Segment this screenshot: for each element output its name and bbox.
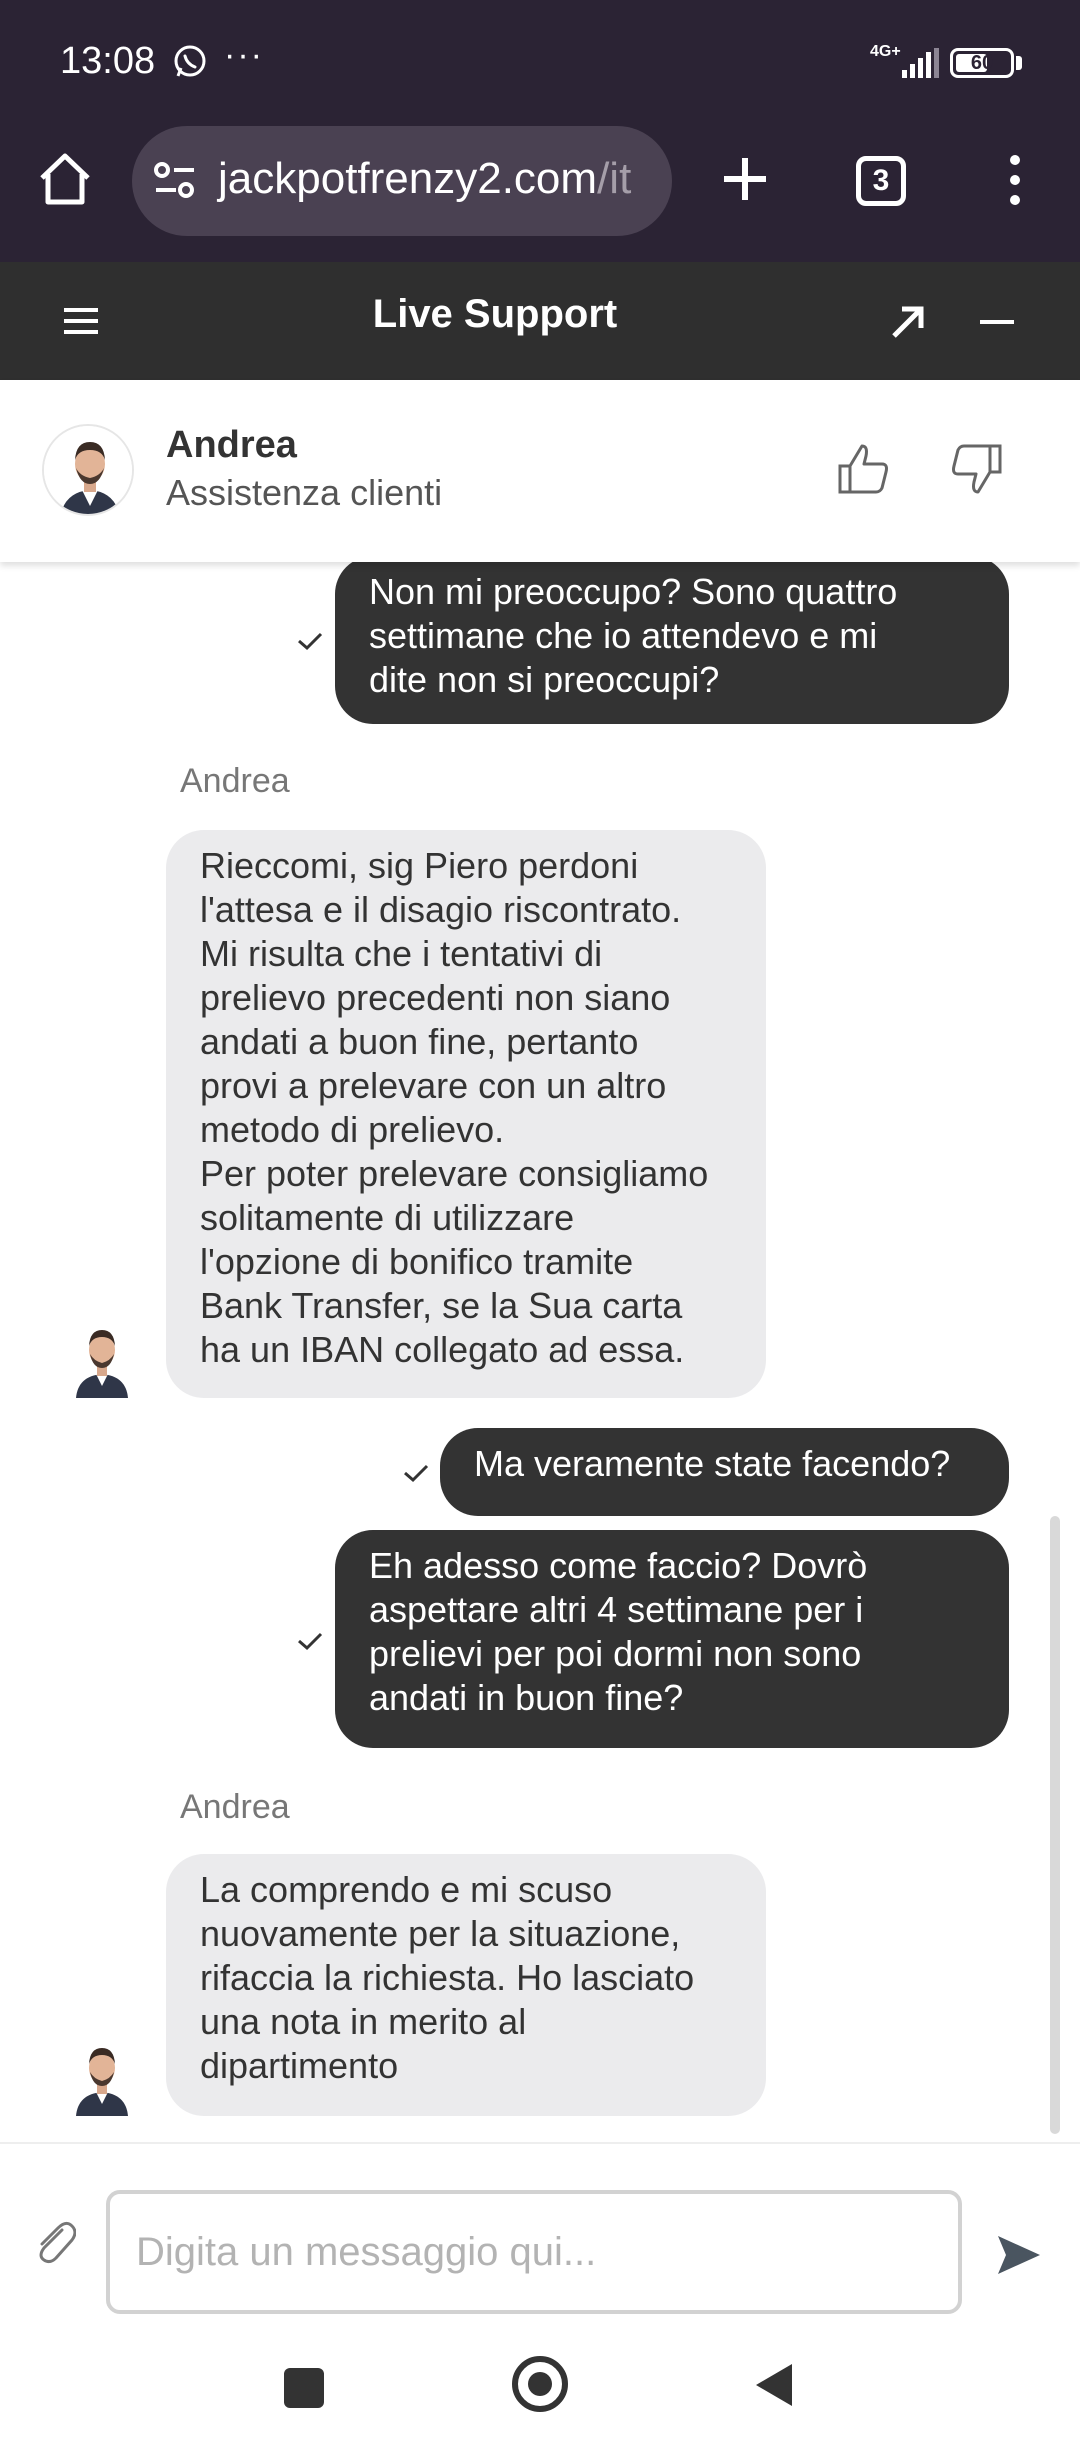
agent-info: Andrea Assistenza clienti xyxy=(0,380,1080,562)
message-bubble-outgoing: Non mi preoccupo? Sono quattro settimane… xyxy=(335,562,1009,724)
agent-role: Assistenza clienti xyxy=(166,472,443,513)
site-info-icon[interactable] xyxy=(152,160,198,202)
menu-icon[interactable] xyxy=(1000,150,1030,210)
agent-avatar xyxy=(76,1330,128,1398)
message-line: Eh adesso come faccio? Dovrò xyxy=(369,1545,868,1586)
network-label: 4G+ xyxy=(870,43,901,60)
tabs-icon[interactable]: 3 xyxy=(856,156,906,206)
battery-level: 60 xyxy=(970,52,994,74)
system-nav-bar xyxy=(0,2322,1080,2460)
check-icon xyxy=(298,1632,323,1651)
url-text[interactable]: jackpotfrenzy2.com/it xyxy=(218,154,631,204)
message-line: ha un IBAN collegato ad essa. xyxy=(200,1329,685,1370)
expand-icon[interactable] xyxy=(888,302,928,342)
thumbs-down-icon[interactable] xyxy=(950,442,1004,496)
message-line: dipartimento xyxy=(200,2045,399,2086)
sender-name: Andrea xyxy=(180,1788,290,1826)
message-line: settimane che io attendevo e mi xyxy=(369,615,878,656)
message-line: Ma veramente state facendo? xyxy=(474,1443,951,1484)
check-icon xyxy=(298,632,323,651)
whatsapp-icon xyxy=(174,45,206,77)
send-icon[interactable] xyxy=(994,2230,1044,2280)
message-line: l'attesa e il disagio riscontrato. xyxy=(200,889,682,930)
minimize-icon[interactable] xyxy=(980,316,1014,328)
message-input[interactable] xyxy=(106,2190,962,2314)
url-path: /it xyxy=(597,154,632,203)
home-button-dot xyxy=(528,2372,552,2396)
status-time: 13:08 xyxy=(60,40,156,82)
message-bubble-outgoing: Ma veramente state facendo? xyxy=(440,1428,1009,1516)
message-composer xyxy=(0,2142,1080,2322)
agent-avatar xyxy=(76,2048,128,2116)
message-bubble-outgoing: Eh adesso come faccio? Dovrò aspettare a… xyxy=(335,1530,1009,1748)
chat-transcript: Non mi preoccupo? Sono quattro settimane… xyxy=(0,562,1080,2142)
status-bar: 13:08 ··· 4G+ 60 xyxy=(0,0,1080,120)
scrollbar[interactable] xyxy=(1050,1516,1060,2134)
agent-avatar xyxy=(42,424,134,516)
browser-chrome: 13:08 ··· 4G+ 60 jackpotfrenzy2.com/it 3 xyxy=(0,0,1080,262)
recents-icon[interactable] xyxy=(284,2368,324,2408)
url-domain: jackpotfrenzy2.com xyxy=(218,154,598,203)
message-line: metodo di prelievo. xyxy=(200,1109,505,1150)
check-icon xyxy=(404,1464,429,1483)
message-line: Per poter prelevare consigliamo xyxy=(200,1153,709,1194)
message-line: Mi risulta che i tentativi di xyxy=(200,933,603,974)
browser-toolbar: jackpotfrenzy2.com/it 3 xyxy=(0,120,1080,262)
message-line: provi a prelevare con un altro xyxy=(200,1065,667,1106)
message-line: andati in buon fine? xyxy=(369,1677,684,1718)
message-line: nuovamente per la situazione, xyxy=(200,1913,681,1954)
message-bubble-incoming: La comprendo e mi scuso nuovamente per l… xyxy=(166,1854,766,2116)
signal-icon xyxy=(902,48,939,78)
message-line: aspettare altri 4 settimane per i xyxy=(369,1589,864,1630)
support-header: Live Support xyxy=(0,262,1080,380)
message-line: prelievi per poi dormi non sono xyxy=(369,1633,862,1674)
message-line: Non mi preoccupo? Sono quattro xyxy=(369,571,898,612)
sender-name: Andrea xyxy=(180,762,290,800)
message-line: andati a buon fine, pertanto xyxy=(200,1021,639,1062)
message-bubble-incoming: Rieccomi, sig Piero perdoni l'attesa e i… xyxy=(166,830,766,1398)
battery-cap xyxy=(1016,56,1022,70)
more-icon: ··· xyxy=(224,36,264,74)
address-bar[interactable]: jackpotfrenzy2.com/it xyxy=(132,126,672,236)
thumbs-up-icon[interactable] xyxy=(836,442,890,496)
home-button-icon[interactable] xyxy=(512,2356,568,2412)
agent-name: Andrea xyxy=(166,424,297,466)
home-icon[interactable] xyxy=(36,150,94,208)
message-line: solitamente di utilizzare xyxy=(200,1197,575,1238)
message-line: dite non si preoccupi? xyxy=(369,659,720,700)
message-line: una nota in merito al xyxy=(200,2001,527,2042)
support-title: Live Support xyxy=(372,292,618,336)
message-line: l'opzione di bonifico tramite xyxy=(200,1241,634,1282)
message-line: rifaccia la richiesta. Ho lasciato xyxy=(200,1957,695,1998)
battery-icon: 60 xyxy=(950,48,1014,78)
message-line: prelievo precedenti non siano xyxy=(200,977,671,1018)
attach-icon[interactable] xyxy=(32,2216,76,2266)
agent-avatar-image xyxy=(44,426,132,514)
message-line: La comprendo e mi scuso xyxy=(200,1869,613,1910)
back-icon[interactable] xyxy=(754,2362,794,2408)
message-line: Rieccomi, sig Piero perdoni xyxy=(200,845,639,886)
plus-icon[interactable] xyxy=(716,150,774,208)
message-line: Bank Transfer, se la Sua carta xyxy=(200,1285,683,1326)
